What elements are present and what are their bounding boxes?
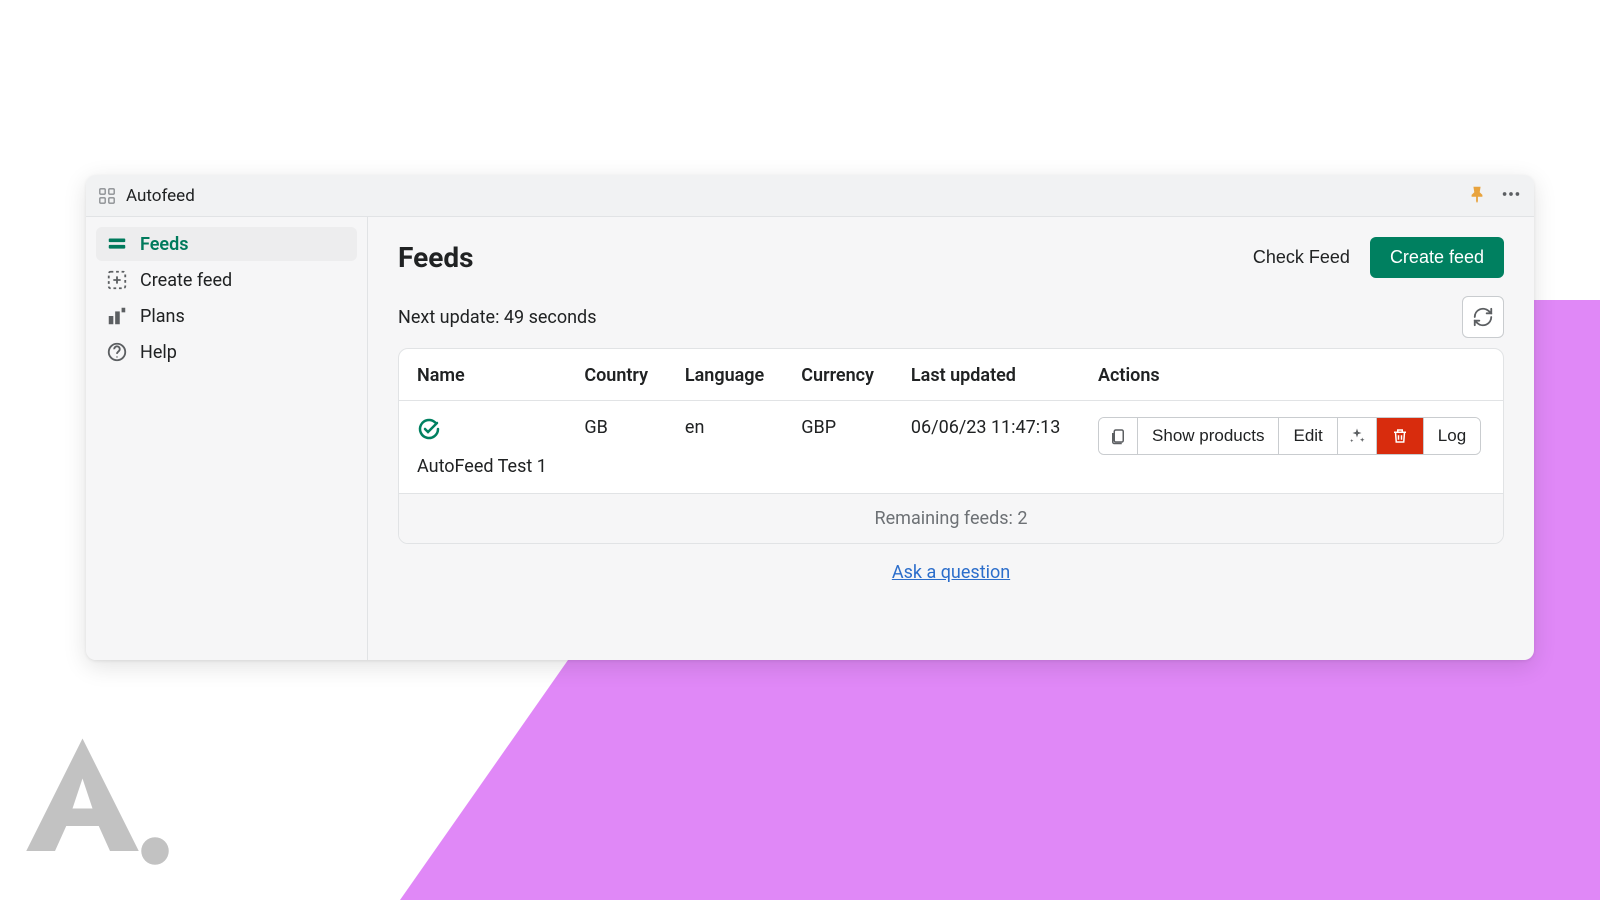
sidebar-item-label: Create feed	[140, 270, 232, 291]
copy-button[interactable]	[1099, 418, 1137, 454]
delete-button[interactable]	[1376, 418, 1423, 454]
sidebar-item-label: Plans	[140, 306, 185, 327]
refresh-icon	[1472, 306, 1494, 328]
check-circle-icon	[417, 417, 548, 446]
check-feed-button[interactable]: Check Feed	[1247, 239, 1356, 276]
table-row: AutoFeed Test 1 GB en GBP 06/06/23 11:47…	[399, 401, 1503, 494]
sidebar-item-plans[interactable]: Plans	[96, 299, 357, 333]
col-country: Country	[566, 349, 667, 401]
feed-name: AutoFeed Test 1	[417, 456, 548, 477]
col-last-updated: Last updated	[893, 349, 1080, 401]
feed-last-updated: 06/06/23 11:47:13	[893, 401, 1080, 494]
sidebar-item-label: Help	[140, 342, 177, 363]
more-horizontal-icon[interactable]	[1500, 183, 1522, 209]
col-actions: Actions	[1080, 349, 1503, 401]
titlebar: Autofeed	[86, 175, 1534, 217]
show-products-button[interactable]: Show products	[1137, 418, 1278, 454]
col-language: Language	[667, 349, 783, 401]
feeds-table: Name Country Language Currency Last upda…	[399, 349, 1503, 493]
sparkle-icon	[1348, 427, 1366, 445]
brand-logo	[20, 726, 170, 880]
feed-currency: GBP	[783, 401, 893, 494]
plans-icon	[106, 305, 128, 327]
remaining-feeds-footer: Remaining feeds: 2	[399, 493, 1503, 543]
app-title: Autofeed	[126, 186, 195, 206]
create-dashed-icon	[106, 269, 128, 291]
ask-question-link[interactable]: Ask a question	[892, 562, 1010, 583]
page-title: Feeds	[398, 241, 473, 274]
app-grid-icon	[98, 187, 116, 205]
col-name: Name	[399, 349, 566, 401]
app-window: Autofeed Feeds Create feed	[86, 175, 1534, 660]
pin-icon[interactable]	[1468, 185, 1486, 207]
trash-icon	[1391, 427, 1409, 445]
sidebar-item-feeds[interactable]: Feeds	[96, 227, 357, 261]
col-currency: Currency	[783, 349, 893, 401]
refresh-button[interactable]	[1462, 296, 1504, 338]
create-feed-button[interactable]: Create feed	[1370, 237, 1504, 278]
row-action-group: Show products Edit Log	[1098, 417, 1481, 455]
sidebar: Feeds Create feed Plans Help	[86, 217, 368, 660]
log-button[interactable]: Log	[1423, 418, 1480, 454]
help-icon	[106, 341, 128, 363]
feed-country: GB	[566, 401, 667, 494]
feeds-table-card: Name Country Language Currency Last upda…	[398, 348, 1504, 544]
clipboard-icon	[1109, 427, 1127, 445]
main-content: Feeds Check Feed Create feed Next update…	[368, 217, 1534, 660]
feeds-icon	[106, 233, 128, 255]
next-update-text: Next update: 49 seconds	[398, 307, 597, 328]
sidebar-item-label: Feeds	[140, 234, 188, 255]
sidebar-item-create-feed[interactable]: Create feed	[96, 263, 357, 297]
sidebar-item-help[interactable]: Help	[96, 335, 357, 369]
feed-language: en	[667, 401, 783, 494]
edit-button[interactable]: Edit	[1278, 418, 1336, 454]
magic-button[interactable]	[1337, 418, 1376, 454]
